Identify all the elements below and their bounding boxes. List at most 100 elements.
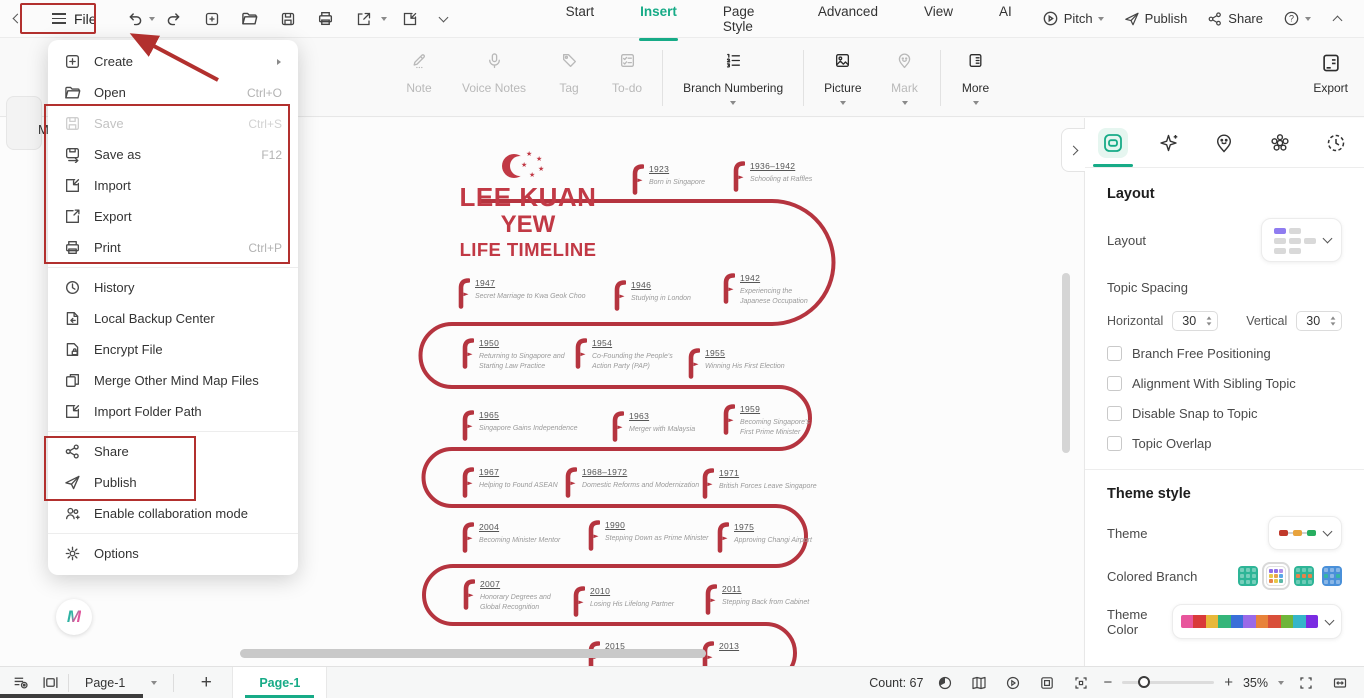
checkbox-row-topic-overlap[interactable]: Topic Overlap bbox=[1107, 436, 1342, 451]
checkbox-row-disable-snap-to-topic[interactable]: Disable Snap to Topic bbox=[1107, 406, 1342, 421]
milestone-1950[interactable]: 1950 Returning to Singapore and Starting L… bbox=[462, 338, 565, 374]
collapse-toolbar-button[interactable] bbox=[1324, 6, 1350, 32]
slideshow-view-button[interactable] bbox=[38, 671, 62, 695]
menu-item-options[interactable]: Options bbox=[48, 538, 298, 569]
milestone-1947[interactable]: 1947 Secret Marriage to Kwa Geok Choo bbox=[458, 278, 586, 314]
dropdown-caret[interactable] bbox=[730, 101, 737, 105]
checkbox-unchecked[interactable] bbox=[1107, 376, 1122, 391]
menu-item-export[interactable]: Export bbox=[48, 201, 298, 232]
back-icon[interactable] bbox=[4, 6, 30, 32]
horizontal-spacing-stepper[interactable]: 30 bbox=[1172, 311, 1219, 331]
pie-progress-button[interactable] bbox=[933, 671, 957, 695]
menu-item-history[interactable]: History bbox=[48, 272, 298, 303]
ribbon-item-branch-numbering[interactable]: Branch Numbering bbox=[669, 48, 797, 109]
horizontal-up-arrow[interactable] bbox=[1206, 316, 1212, 320]
page-tab-active[interactable]: Page-1 bbox=[232, 667, 328, 698]
milestone-2011[interactable]: 2011 Stepping Back from Cabinet bbox=[705, 584, 809, 620]
milestone-2013[interactable]: 2013 bbox=[702, 641, 739, 666]
menu-item-print[interactable]: Print Ctrl+P bbox=[48, 232, 298, 263]
checkbox-row-branch-free-positioning[interactable]: Branch Free Positioning bbox=[1107, 346, 1342, 361]
tab-start[interactable]: Start bbox=[543, 0, 618, 43]
publish-button[interactable]: Publish bbox=[1117, 11, 1195, 27]
menu-item-encrypt-file[interactable]: Encrypt File bbox=[48, 334, 298, 365]
menu-item-open[interactable]: Open Ctrl+O bbox=[48, 77, 298, 108]
tab-view[interactable]: View bbox=[901, 0, 976, 43]
new-document-button[interactable] bbox=[199, 6, 225, 32]
menu-item-create[interactable]: Create bbox=[48, 46, 298, 77]
dropdown-caret[interactable] bbox=[901, 101, 908, 105]
milestone-2007[interactable]: 2007 Honorary Degrees and Global Recogniti… bbox=[463, 579, 551, 615]
checkbox-row-alignment-with-sibling-topic[interactable]: Alignment With Sibling Topic bbox=[1107, 376, 1342, 391]
ribbon-item-more[interactable]: More bbox=[947, 48, 1005, 109]
milestone-1942[interactable]: 1942 Experiencing the Japanese Occupation bbox=[723, 273, 808, 309]
save-button[interactable] bbox=[275, 6, 301, 32]
fullscreen-button[interactable] bbox=[1294, 671, 1318, 695]
menu-item-share[interactable]: Share bbox=[48, 436, 298, 467]
theme-color-dropdown[interactable] bbox=[1171, 604, 1342, 639]
print-button[interactable] bbox=[313, 6, 339, 32]
focus-frame-button[interactable] bbox=[1035, 671, 1059, 695]
tab-ai[interactable]: AI bbox=[976, 0, 1035, 43]
panel-collapse-handle[interactable] bbox=[1061, 128, 1085, 172]
milestone-1968–1972[interactable]: 1968–1972 Domestic Reforms and Modernizat… bbox=[565, 467, 699, 503]
panel-tab-layout[interactable] bbox=[1085, 118, 1141, 167]
map-overview-button[interactable] bbox=[967, 671, 991, 695]
menu-item-merge-other-mind-map-files[interactable]: Merge Other Mind Map Files bbox=[48, 365, 298, 396]
fit-width-button[interactable] bbox=[1328, 671, 1352, 695]
menu-item-save-as[interactable]: Save as F12 bbox=[48, 139, 298, 170]
vertical-up-arrow[interactable] bbox=[1330, 316, 1336, 320]
milestone-1967[interactable]: 1967 Helping to Found ASEAN bbox=[462, 467, 558, 503]
milestone-1936–1942[interactable]: 1936–1942 Schooling at Raffles bbox=[733, 161, 812, 197]
redo-button[interactable] bbox=[161, 6, 187, 32]
zoom-out-button[interactable]: − bbox=[1103, 674, 1112, 691]
checkbox-unchecked[interactable] bbox=[1107, 436, 1122, 451]
outline-view-button[interactable] bbox=[8, 671, 32, 695]
menu-item-import[interactable]: Import bbox=[48, 170, 298, 201]
colored-branch-option-blue[interactable] bbox=[1322, 566, 1342, 586]
panel-tab-theme[interactable] bbox=[1252, 118, 1308, 167]
zoom-caret[interactable] bbox=[1278, 680, 1284, 685]
presentation-button[interactable] bbox=[1001, 671, 1025, 695]
milestone-1959[interactable]: 1959 Becoming Singapore's First Prime Mini… bbox=[723, 404, 810, 440]
milestone-2010[interactable]: 2010 Losing His Lifelong Partner bbox=[573, 586, 674, 622]
canvas-vertical-scrollbar[interactable] bbox=[1062, 273, 1070, 453]
open-file-button[interactable] bbox=[237, 6, 263, 32]
page-selector-dropdown[interactable]: Page-1 bbox=[75, 676, 167, 690]
milestone-1965[interactable]: 1965 Singapore Gains Independence bbox=[462, 410, 577, 446]
help-button[interactable]: ? bbox=[1276, 10, 1318, 27]
canvas-horizontal-scrollbar[interactable] bbox=[240, 649, 706, 658]
add-page-button[interactable]: + bbox=[194, 671, 218, 695]
ribbon-item-picture[interactable]: Picture bbox=[810, 48, 875, 109]
menu-item-enable-collaboration-mode[interactable]: Enable collaboration mode bbox=[48, 498, 298, 529]
menu-item-local-backup-center[interactable]: Local Backup Center bbox=[48, 303, 298, 334]
share-export-caret[interactable] bbox=[380, 16, 387, 21]
zoom-in-button[interactable]: + bbox=[1224, 674, 1233, 691]
undo-dropdown-caret[interactable] bbox=[148, 16, 155, 21]
milestone-1975[interactable]: 1975 Approving Changi Airport bbox=[717, 522, 812, 558]
milestone-1963[interactable]: 1963 Merger with Malaysia bbox=[612, 411, 695, 447]
panel-tab-recent[interactable] bbox=[1308, 118, 1364, 167]
checkbox-unchecked[interactable] bbox=[1107, 346, 1122, 361]
tab-page-style[interactable]: Page Style bbox=[700, 0, 795, 43]
central-topic[interactable]: LEE KUAN YEW LIFE TIMELINE bbox=[430, 184, 626, 260]
checkbox-unchecked[interactable] bbox=[1107, 406, 1122, 421]
layout-dropdown[interactable] bbox=[1261, 218, 1342, 262]
milestone-1946[interactable]: 1946 Studying in London bbox=[614, 280, 691, 316]
milestone-1954[interactable]: 1954 Co-Founding the People's Action Party… bbox=[575, 338, 673, 374]
tab-advanced[interactable]: Advanced bbox=[795, 0, 901, 43]
colored-branch-option-rainbow[interactable] bbox=[1262, 562, 1290, 590]
tab-insert[interactable]: Insert bbox=[617, 0, 700, 43]
theme-dropdown[interactable] bbox=[1268, 516, 1342, 550]
menu-item-publish[interactable]: Publish bbox=[48, 467, 298, 498]
panel-tab-mark[interactable] bbox=[1197, 118, 1253, 167]
milestone-1955[interactable]: 1955 Winning His First Election bbox=[688, 348, 785, 384]
milestone-1990[interactable]: 1990 Stepping Down as Prime Minister bbox=[588, 520, 709, 556]
share-button[interactable]: Share bbox=[1200, 11, 1270, 27]
horizontal-down-arrow[interactable] bbox=[1206, 322, 1212, 326]
pitch-button[interactable]: Pitch bbox=[1035, 10, 1111, 27]
dropdown-caret[interactable] bbox=[972, 101, 979, 105]
undo-button[interactable] bbox=[123, 6, 149, 32]
vertical-down-arrow[interactable] bbox=[1330, 322, 1336, 326]
menu-item-import-folder-path[interactable]: Import Folder Path bbox=[48, 396, 298, 427]
toolbar-more-button[interactable] bbox=[431, 6, 457, 32]
